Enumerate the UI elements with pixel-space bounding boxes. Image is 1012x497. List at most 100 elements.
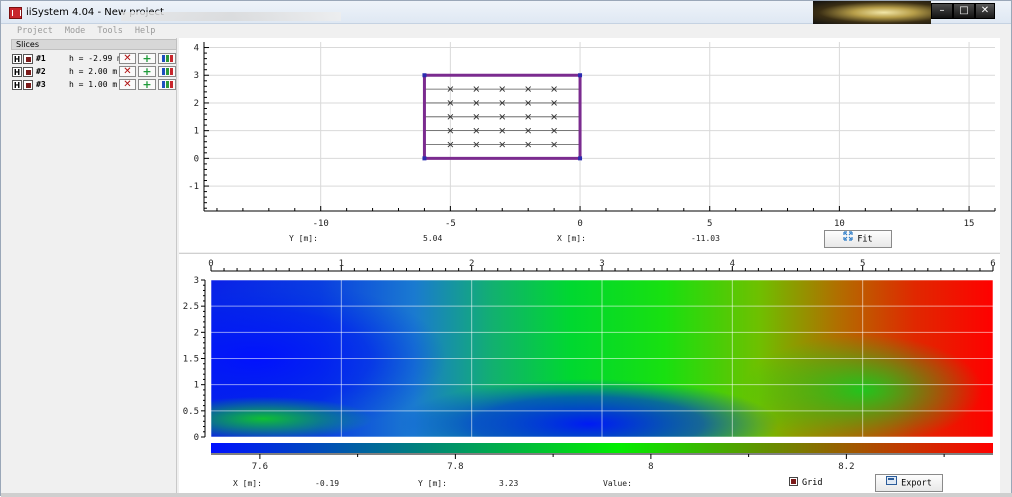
slice-id: #3 [36,80,46,89]
x-tick-label: -10 [313,219,329,229]
maximize-button[interactable]: □ [953,3,975,19]
add-plus-icon[interactable]: + [138,79,156,90]
delete-x-icon[interactable]: ✕ [119,66,136,77]
y-readout-label: Y [m]: [289,234,318,243]
slices-header: Slices [11,39,177,50]
y-tick-label: 4 [194,44,199,54]
x-tick-label: 1 [339,259,344,269]
close-button[interactable]: ✕ [975,3,995,19]
y-readout-value: 5.04 [423,234,443,243]
grid-toggle[interactable]: Grid [789,477,822,489]
fit-button[interactable]: Fit [824,230,892,248]
title-bar: iiSystem 4.04 - New project – □ ✕ [1,1,1011,24]
app-window: iiSystem 4.04 - New project – □ ✕ Projec… [0,0,1012,497]
x-tick-label: -5 [445,219,456,229]
slices-panel: Slices H #1 h = -2.99 m ✕ + H #2 h = 2.0… [11,38,177,493]
y-tick-label: 2.5 [183,302,199,312]
colorbar-tick-label: 7.6 [252,462,268,472]
x-readout-label: X [m]: [233,479,262,488]
x-readout-value: -0.19 [315,479,340,488]
slice-height: h = 1.00 m [69,80,118,89]
menu-help[interactable]: Help [129,25,161,38]
colorbar-tick-label: 7.8 [447,462,463,472]
x-tick-label: 3 [599,259,604,269]
y-tick-label: 3 [194,276,199,286]
y-tick-label: 1 [194,381,199,391]
color-bars-icon[interactable] [158,79,176,90]
corner-marker [578,156,583,161]
y-tick-label: 1.5 [183,355,199,365]
y-readout-label: Y [m]: [418,479,447,488]
delete-x-icon[interactable]: ✕ [119,79,136,90]
y-tick-label: 0 [194,154,199,164]
menu-tools[interactable]: Tools [91,25,129,38]
y-tick-label: -1 [188,182,199,192]
window-controls: – □ ✕ [931,3,995,19]
color-bars-icon[interactable] [158,66,176,77]
slice-row: H #2 h = 2.00 m ✕ + [11,66,177,78]
color-bars-icon[interactable] [158,53,176,64]
slice-height: h = 2.00 m [69,67,118,76]
menu-bar: Project Mode Tools Help [11,25,161,38]
menu-mode[interactable]: Mode [59,25,91,38]
title-blur-decoration [121,12,341,21]
background-image-decoration [813,1,931,24]
grid-toggle-label: Grid [802,478,823,488]
y-tick-label: 1 [194,127,199,137]
corner-marker [578,73,583,78]
value-readout-label: Value: [603,479,632,488]
add-plus-icon[interactable]: + [138,66,156,77]
x-tick-label: 4 [730,259,735,269]
corner-marker [422,156,427,161]
y-tick-label: 2 [194,328,199,338]
contour-map-canvas[interactable]: 0 1 2 3 4 5 6 3 2.5 2 1.5 1 0.5 0 7.6 7.8 8 8.2 [179,254,1000,494]
contour-low-region [399,378,779,437]
x-tick-label: 10 [834,219,845,229]
x-readout-label: X [m]: [557,234,586,243]
hide-slice-button[interactable]: H [12,80,22,90]
slice-row: H #3 h = 1.00 m ✕ + [11,79,177,91]
plan-view-canvas[interactable]: -10 -5 0 5 10 1543210-1 [179,38,1000,252]
colorbar [211,443,993,453]
plan-view-plot[interactable]: -10 -5 0 5 10 15 4 3 2 1 0 -1 Y [m]: 5.04 X [m]: -1… [179,38,1000,252]
contour-map [211,280,993,437]
x-readout-value: -11.03 [691,234,720,243]
grid-checkbox[interactable] [789,477,798,486]
hide-slice-button[interactable]: H [12,67,22,77]
delete-x-icon[interactable]: ✕ [119,53,136,64]
slice-id: #1 [36,54,46,63]
export-button[interactable]: Export [875,474,943,492]
corner-marker [422,73,427,78]
color-square-icon[interactable] [23,80,33,90]
fit-button-label: Fit [857,234,873,245]
app-icon [9,7,22,19]
minimize-button[interactable]: – [931,3,953,19]
x-tick-label: 5 [707,219,712,229]
y-tick-label: 3 [194,71,199,81]
hide-slice-button[interactable]: H [12,54,22,64]
x-tick-label: 6 [990,259,995,269]
y-readout-value: 3.23 [499,479,519,488]
export-button-label: Export [901,478,932,489]
export-icon [886,475,898,491]
section-view-plot[interactable]: 0 1 2 3 4 5 6 3 2.5 2 1.5 1 0.5 0 7.6 7.8 8 8.2 X [m]: -0… [179,253,1000,493]
colorbar-tick-label: 8.2 [838,462,854,472]
status-strip [1,493,1012,497]
fit-arrows-icon [843,231,853,247]
x-tick-label: 0 [577,219,582,229]
x-tick-label: 5 [860,259,865,269]
menu-project[interactable]: Project [11,25,59,38]
color-square-icon[interactable] [23,67,33,77]
x-tick-label: 15 [964,219,975,229]
add-plus-icon[interactable]: + [138,53,156,64]
colorbar-tick-label: 8 [648,462,653,472]
y-tick-label: 0 [194,433,199,443]
y-tick-label: 0.5 [183,407,199,417]
slice-row: H #1 h = -2.99 m ✕ + [11,53,177,65]
slice-height: h = -2.99 m [69,54,122,63]
x-tick-label: 2 [469,259,474,269]
x-tick-label: 0 [208,259,213,269]
y-tick-label: 2 [194,99,199,109]
slice-id: #2 [36,67,46,76]
color-square-icon[interactable] [23,54,33,64]
